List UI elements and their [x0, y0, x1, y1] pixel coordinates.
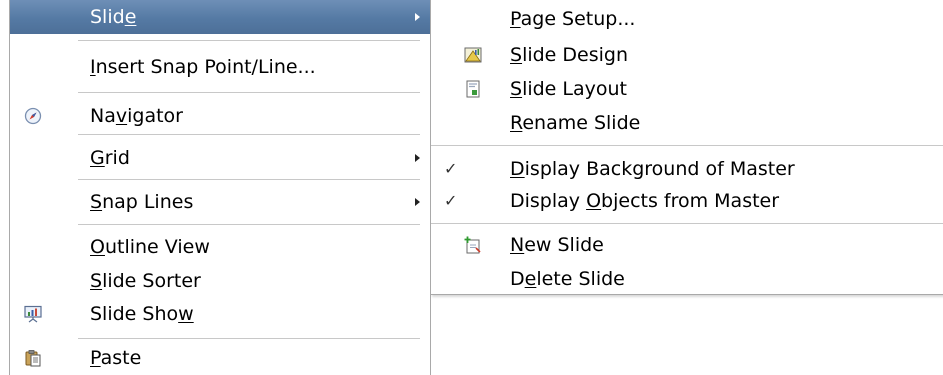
menu-item-grid[interactable]: Grid	[10, 141, 430, 175]
menu-item-insert-snap-point[interactable]: Insert Snap Point/Line...	[10, 50, 430, 84]
menu-item-label: Slide Layout	[510, 78, 627, 100]
menu-item-label: Slide Show	[90, 303, 194, 325]
submenu-arrow-icon	[415, 13, 420, 21]
menu-separator	[431, 145, 943, 146]
slide-show-icon	[24, 305, 42, 323]
menu-item-navigator[interactable]: Navigator	[10, 99, 430, 133]
menu-item-slide[interactable]: Slide	[10, 0, 430, 34]
menu-item-label: Navigator	[90, 105, 183, 127]
menu-item-rename-slide[interactable]: Rename Slide	[431, 106, 943, 140]
menu-item-slide-show[interactable]: Slide Show	[10, 297, 430, 331]
menu-item-new-slide[interactable]: New Slide	[431, 228, 943, 262]
menu-item-label: Page Setup...	[510, 8, 636, 30]
slide-layout-icon	[464, 80, 482, 98]
menu-item-snap-lines[interactable]: Snap Lines	[10, 185, 430, 219]
menu-item-label: Slide Sorter	[90, 270, 201, 292]
paste-icon	[24, 349, 42, 367]
menu-separator	[78, 224, 420, 225]
menu-item-slide-layout[interactable]: Slide Layout	[431, 72, 943, 106]
slide-submenu: Page Setup... Slide Design Slide Layout …	[430, 0, 943, 295]
checkmark-icon: ✓	[444, 191, 458, 210]
navigator-compass-icon	[24, 107, 42, 125]
menu-item-label: Slide	[90, 6, 137, 28]
new-slide-icon	[464, 236, 482, 254]
menu-item-label: Delete Slide	[510, 268, 625, 290]
menu-item-display-objects-from-master[interactable]: ✓ Display Objects from Master	[431, 184, 943, 218]
menu-item-slide-sorter[interactable]: Slide Sorter	[10, 264, 430, 298]
menu-item-label: Grid	[90, 147, 130, 169]
menu-item-label: New Slide	[510, 234, 604, 256]
menu-item-label: Insert Snap Point/Line...	[90, 56, 316, 78]
menu-item-label: Rename Slide	[510, 112, 641, 134]
menu-item-page-setup[interactable]: Page Setup...	[431, 2, 943, 36]
slide-design-icon	[464, 46, 482, 64]
menu-item-label: Outline View	[90, 236, 210, 258]
menu-item-label: Paste	[90, 347, 142, 369]
menu-item-label: Snap Lines	[90, 191, 194, 213]
menu-item-label: Display Background of Master	[510, 158, 795, 180]
menu-item-paste[interactable]: Paste	[10, 341, 430, 375]
submenu-arrow-icon	[415, 198, 420, 206]
menu-separator	[78, 134, 420, 135]
menu-item-delete-slide[interactable]: Delete Slide	[431, 262, 943, 296]
menu-separator	[78, 40, 420, 41]
menu-item-display-background-of-master[interactable]: ✓ Display Background of Master	[431, 152, 943, 186]
menu-separator	[78, 92, 420, 93]
menu-item-label: Display Objects from Master	[510, 190, 780, 212]
menu-item-slide-design[interactable]: Slide Design	[431, 38, 943, 72]
menu-separator	[78, 179, 420, 180]
menu-item-outline-view[interactable]: Outline View	[10, 230, 430, 264]
context-menu: Slide Insert Snap Point/Line... Navigato…	[9, 0, 431, 375]
submenu-arrow-icon	[415, 154, 420, 162]
menu-item-label: Slide Design	[510, 44, 629, 66]
checkmark-icon: ✓	[444, 159, 458, 178]
menu-separator	[431, 223, 943, 224]
menu-separator	[78, 338, 420, 339]
